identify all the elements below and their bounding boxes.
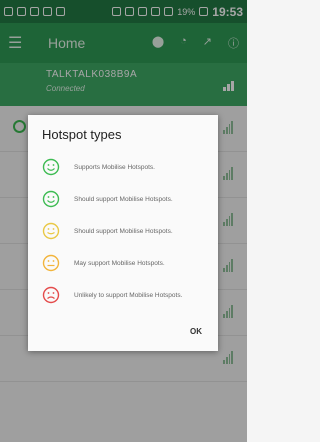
dialog-title: Hotspot types xyxy=(42,127,122,142)
hotspot-type-item: Should support Mobilise Hotspots. xyxy=(42,190,204,208)
hotspot-type-label: May support Mobilise Hotspots. xyxy=(74,259,165,267)
hotspot-type-item: May support Mobilise Hotspots. xyxy=(42,254,204,272)
happy-face-icon xyxy=(42,190,60,208)
hotspot-type-item: Supports Mobilise Hotspots. xyxy=(42,158,204,176)
happy-face-icon xyxy=(42,158,60,176)
happy-face-icon xyxy=(42,222,60,240)
ok-button[interactable]: OK xyxy=(190,327,202,336)
hotspot-type-label: Supports Mobilise Hotspots. xyxy=(74,163,155,171)
hotspot-type-label: Unlikely to support Mobilise Hotspots. xyxy=(74,291,183,299)
hotspot-type-item: Unlikely to support Mobilise Hotspots. xyxy=(42,286,204,304)
hotspot-type-item: Should support Mobilise Hotspots. xyxy=(42,222,204,240)
hotspot-type-list: Supports Mobilise Hotspots. Should suppo… xyxy=(42,158,204,304)
hotspot-type-label: Should support Mobilise Hotspots. xyxy=(74,195,173,203)
sad-face-icon xyxy=(42,286,60,304)
hotspot-type-label: Should support Mobilise Hotspots. xyxy=(74,227,173,235)
hotspot-types-dialog: Hotspot types Supports Mobilise Hotspots… xyxy=(28,115,218,351)
neutral-face-icon xyxy=(42,254,60,272)
